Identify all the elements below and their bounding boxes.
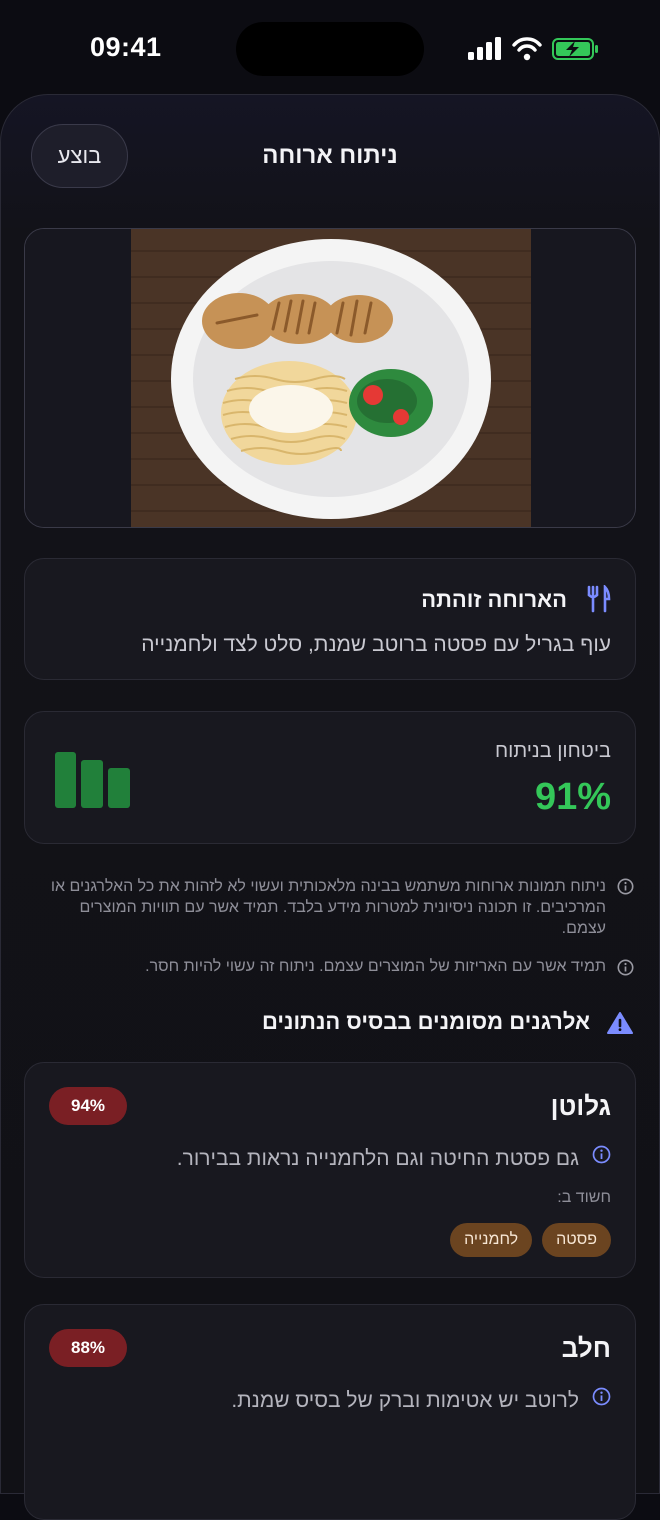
allergen-reason: גם פסטת החיטה וגם הלחמנייה נראות בבירור. bbox=[176, 1147, 579, 1170]
allergen-reason: לרוטב יש אטימות וברק של בסיס שמנת. bbox=[231, 1389, 579, 1412]
meal-photo bbox=[24, 228, 636, 528]
warning-triangle-icon bbox=[607, 1012, 633, 1034]
fork-knife-icon bbox=[587, 585, 611, 613]
meal-title: הארוחה זוהתה bbox=[421, 587, 567, 612]
info-icon[interactable] bbox=[592, 1387, 611, 1406]
status-icons bbox=[468, 37, 598, 61]
meal-photo-image bbox=[25, 229, 635, 527]
suspected-items: פסטה לחמנייה bbox=[450, 1223, 611, 1257]
page-title: ניתוח ארוחה bbox=[262, 142, 398, 169]
allergen-name: גלוטן bbox=[550, 1091, 611, 1121]
wifi-icon bbox=[512, 37, 542, 61]
meal-identified-card: הארוחה זוהתה עוף בגריל עם פסטה ברוטב שמנ… bbox=[24, 558, 636, 680]
allergen-card[interactable]: חלב 88% לרוטב יש אטימות וברק של בסיס שמנ… bbox=[24, 1304, 636, 1520]
meal-description: עוף בגריל עם פסטה ברוטב שמנת, סלט לצד ול… bbox=[141, 633, 611, 656]
confidence-label: ביטחון בניתוח bbox=[494, 740, 611, 762]
confidence-card: ביטחון בניתוח 91% bbox=[24, 711, 636, 844]
done-button[interactable]: בוצע bbox=[31, 124, 128, 188]
info-icon bbox=[617, 959, 634, 976]
confidence-bars-icon bbox=[55, 752, 130, 808]
allergen-percent-badge: 94% bbox=[49, 1087, 127, 1125]
signal-icon bbox=[468, 37, 501, 60]
allergens-section-title: אלרגנים מסומנים בבסיס הנתונים bbox=[261, 1009, 590, 1034]
confidence-value: 91% bbox=[534, 776, 611, 818]
info-icon bbox=[617, 878, 634, 895]
suspected-item-chip[interactable]: לחמנייה bbox=[450, 1223, 533, 1257]
packaging-disclaimer-text: תמיד אשר עם האריזות של המוצרים עצמם. נית… bbox=[145, 958, 606, 975]
status-time: 09:41 bbox=[90, 32, 162, 62]
battery-charging-icon bbox=[552, 38, 598, 60]
dynamic-island bbox=[236, 22, 424, 76]
allergen-percent-badge: 88% bbox=[49, 1329, 127, 1367]
allergen-name: חלב bbox=[561, 1333, 611, 1363]
suspected-in-label: חשוד ב: bbox=[557, 1189, 611, 1206]
info-icon[interactable] bbox=[592, 1145, 611, 1164]
allergen-card[interactable]: גלוטן 94% גם פסטת החיטה וגם הלחמנייה נרא… bbox=[24, 1062, 636, 1278]
status-bar: 09:41 bbox=[0, 0, 660, 96]
ai-disclaimer-text: ניתוח תמונות ארוחות משתמש בבינה מלאכותית… bbox=[50, 878, 606, 937]
suspected-item-chip[interactable]: פסטה bbox=[542, 1223, 611, 1257]
